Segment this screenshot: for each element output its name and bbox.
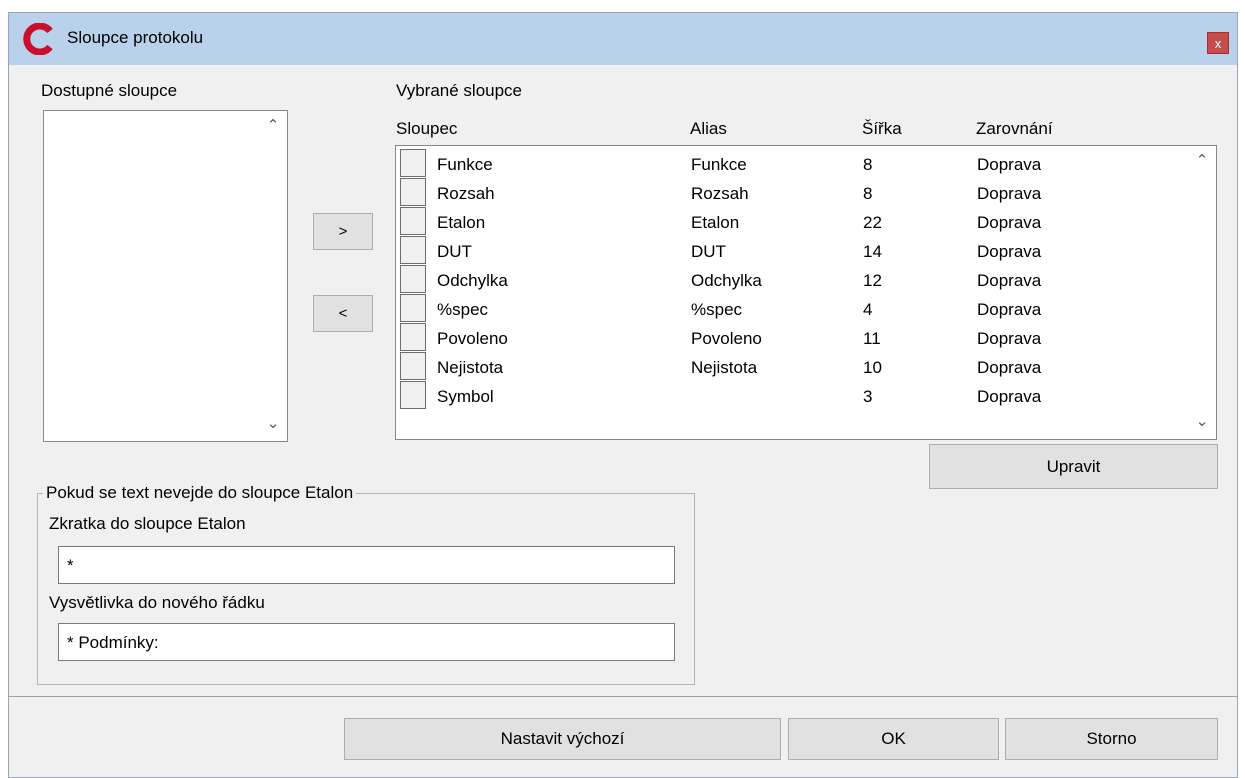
row-checkbox[interactable]	[400, 381, 426, 409]
row-checkbox[interactable]	[400, 178, 426, 206]
cell-width: 11	[863, 329, 881, 348]
cell-alias: Nejistota	[691, 358, 758, 377]
cell-alias: Etalon	[691, 213, 740, 232]
ok-button[interactable]: OK	[788, 718, 999, 760]
cell-width: 12	[863, 271, 882, 290]
table-row[interactable]: DUT DUT 14 Doprava	[396, 236, 1176, 265]
cell-column-name: Povoleno	[437, 329, 508, 348]
close-button[interactable]: x	[1207, 32, 1229, 54]
footer-divider	[9, 696, 1237, 697]
title-bar: Sloupce protokolu x	[9, 13, 1237, 65]
cell-width: 8	[863, 155, 873, 174]
cell-width: 8	[863, 184, 873, 203]
cell-alignment: Doprava	[977, 242, 1042, 261]
row-checkbox[interactable]	[400, 236, 426, 264]
add-column-button[interactable]: >	[313, 213, 373, 250]
table-row[interactable]: Symbol 3 Doprava	[396, 381, 1176, 410]
table-row[interactable]: Odchylka Odchylka 12 Doprava	[396, 265, 1176, 294]
column-header-zarovnani: Zarovnání	[976, 119, 1053, 138]
cell-alias: Povoleno	[691, 329, 762, 348]
table-row[interactable]: Funkce Funkce 8 Doprava	[396, 149, 1176, 178]
table-row[interactable]: Etalon Etalon 22 Doprava	[396, 207, 1176, 236]
dialog-window: Sloupce protokolu x Dostupné sloupce ⌃ ⌄…	[8, 12, 1238, 778]
cell-column-name: Odchylka	[437, 271, 508, 290]
column-header-alias: Alias	[690, 119, 727, 138]
cell-column-name: Etalon	[437, 213, 486, 232]
scroll-down-icon[interactable]: ⌄	[263, 414, 283, 432]
overflow-settings-group: Pokud se text nevejde do sloupce Etalon …	[37, 483, 695, 685]
cell-width: 14	[863, 242, 882, 261]
cell-column-name: Nejistota	[437, 358, 504, 377]
edit-button[interactable]: Upravit	[929, 444, 1218, 489]
selected-columns-label: Vybrané sloupce	[396, 81, 523, 100]
cell-width: 10	[863, 358, 882, 377]
row-checkbox[interactable]	[400, 294, 426, 322]
cell-alignment: Doprava	[977, 213, 1042, 232]
cell-column-name: Funkce	[437, 155, 493, 174]
cell-column-name: Rozsah	[437, 184, 495, 203]
table-row[interactable]: %spec %spec 4 Doprava	[396, 294, 1176, 323]
overflow-group-title: Pokud se text nevejde do sloupce Etalon	[43, 483, 357, 503]
scroll-up-icon[interactable]: ⌃	[1192, 151, 1212, 169]
table-row[interactable]: Rozsah Rozsah 8 Doprava	[396, 178, 1176, 207]
column-header-sirka: Šířka	[862, 119, 902, 138]
column-header-sloupec: Sloupec	[396, 119, 458, 138]
cell-alignment: Doprava	[977, 300, 1042, 319]
cell-alias: Odchylka	[691, 271, 762, 290]
window-title: Sloupce protokolu	[67, 28, 204, 47]
cell-column-name: %spec	[437, 300, 489, 319]
cell-column-name: DUT	[437, 242, 472, 261]
cell-width: 22	[863, 213, 882, 232]
cell-alignment: Doprava	[977, 271, 1042, 290]
cancel-button[interactable]: Storno	[1005, 718, 1218, 760]
note-field[interactable]: * Podmínky:	[58, 623, 675, 661]
available-columns-label: Dostupné sloupce	[41, 81, 178, 100]
row-checkbox[interactable]	[400, 207, 426, 235]
app-logo-icon	[23, 23, 53, 55]
cell-alias: %spec	[691, 300, 743, 319]
available-columns-list[interactable]: ⌃ ⌄	[43, 110, 288, 442]
cell-alias: DUT	[691, 242, 726, 261]
scroll-up-icon[interactable]: ⌃	[263, 116, 283, 134]
cell-alignment: Doprava	[977, 387, 1042, 406]
cell-alias: Funkce	[691, 155, 747, 174]
abbreviation-field[interactable]: *	[58, 546, 675, 584]
cell-width: 3	[863, 387, 873, 406]
set-default-button[interactable]: Nastavit výchozí	[344, 718, 781, 760]
cell-alignment: Doprava	[977, 184, 1042, 203]
cell-alias: Rozsah	[691, 184, 749, 203]
row-checkbox[interactable]	[400, 149, 426, 177]
cell-column-name: Symbol	[437, 387, 494, 406]
row-checkbox[interactable]	[400, 323, 426, 351]
cell-width: 4	[863, 300, 873, 319]
note-label: Vysvětlivka do nového řádku	[49, 593, 265, 612]
abbreviation-label: Zkratka do sloupce Etalon	[49, 514, 246, 533]
row-checkbox[interactable]	[400, 352, 426, 380]
cell-alignment: Doprava	[977, 358, 1042, 377]
table-row[interactable]: Nejistota Nejistota 10 Doprava	[396, 352, 1176, 381]
table-row[interactable]: Povoleno Povoleno 11 Doprava	[396, 323, 1176, 352]
scroll-down-icon[interactable]: ⌄	[1192, 412, 1212, 430]
remove-column-button[interactable]: <	[313, 295, 373, 332]
cell-alignment: Doprava	[977, 155, 1042, 174]
row-checkbox[interactable]	[400, 265, 426, 293]
cell-alignment: Doprava	[977, 329, 1042, 348]
selected-columns-list[interactable]: Funkce Funkce 8 Doprava Rozsah Rozsah 8 Doprava…	[395, 145, 1217, 440]
